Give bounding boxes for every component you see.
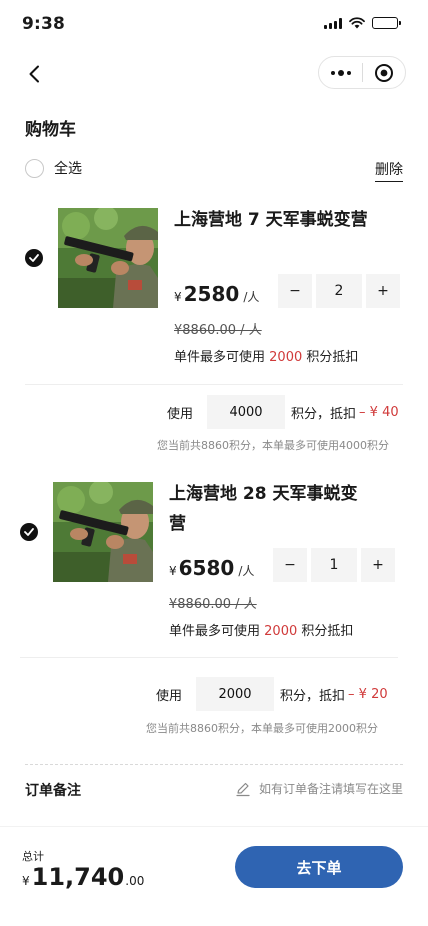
original-price: ¥8860.00 / 人 bbox=[174, 323, 262, 338]
unchecked-circle-icon bbox=[25, 158, 44, 178]
quantity-stepper: − 1 + bbox=[273, 548, 395, 582]
points-limit: 单件最多可使用 2000 积分抵扣 bbox=[169, 620, 353, 639]
status-time: 9:38 bbox=[22, 14, 66, 34]
pencil-icon bbox=[236, 782, 250, 796]
points-hint: 您当前共8860积分，本单最多可使用4000积分 bbox=[157, 439, 389, 452]
deduct-amount: – ¥ 20 bbox=[348, 686, 388, 702]
item-checkbox[interactable] bbox=[20, 523, 38, 541]
product-image[interactable] bbox=[58, 208, 158, 308]
remark-placeholder: 如有订单备注请填写在这里 bbox=[258, 782, 403, 796]
remark-label: 订单备注 bbox=[25, 783, 81, 799]
price-unit: /人 bbox=[238, 564, 255, 578]
points-limit: 单件最多可使用 2000 积分抵扣 bbox=[174, 346, 358, 365]
product-price: ¥ 2580 /人 bbox=[174, 282, 259, 306]
soldier-photo bbox=[58, 208, 158, 308]
points-input[interactable]: 4000 bbox=[207, 395, 286, 429]
product-price: ¥ 6580 /人 bbox=[169, 556, 254, 580]
deduct-amount: – ¥ 40 bbox=[359, 404, 399, 420]
price-value: 2580 bbox=[183, 282, 240, 306]
total-amount: ¥ 11,740 .00 bbox=[22, 863, 144, 891]
price-currency: ¥ bbox=[174, 290, 182, 304]
quantity-input[interactable]: 2 bbox=[316, 274, 362, 308]
submit-order-button[interactable]: 去下单 bbox=[235, 846, 403, 888]
total-integer: 11,740 bbox=[31, 863, 125, 891]
soldier-photo bbox=[53, 482, 153, 582]
more-dots-icon bbox=[330, 69, 351, 76]
status-bar: 9:38 bbox=[0, 0, 428, 48]
use-label: 使用 bbox=[167, 406, 194, 422]
points-use-row: 使用 2000 积分，抵扣 – ¥ 20 bbox=[156, 677, 388, 711]
battery-icon bbox=[372, 17, 401, 29]
divider bbox=[20, 657, 398, 658]
decrement-button[interactable]: − bbox=[278, 274, 312, 308]
limit-points: 2000 bbox=[264, 624, 298, 639]
check-icon bbox=[29, 254, 39, 262]
product-image[interactable] bbox=[53, 482, 153, 582]
total-currency: ¥ bbox=[22, 874, 30, 888]
product-title: 上海营地 28 天军事蜕变营 bbox=[169, 484, 358, 534]
price-unit: /人 bbox=[243, 290, 260, 304]
mini-program-capsule bbox=[318, 56, 406, 89]
checkout-bar: 总计 ¥ 11,740 .00 去下单 bbox=[0, 826, 428, 926]
price-value: 6580 bbox=[178, 556, 235, 580]
more-button[interactable] bbox=[319, 57, 362, 88]
decrement-button[interactable]: − bbox=[273, 548, 307, 582]
points-use-row: 使用 4000 积分，抵扣 – ¥ 40 bbox=[167, 395, 399, 429]
price-currency: ¥ bbox=[169, 564, 177, 578]
select-all-checkbox[interactable]: 全选 bbox=[25, 158, 82, 178]
page-title: 购物车 bbox=[25, 120, 76, 140]
total-label: 总计 bbox=[22, 850, 44, 863]
select-all-label: 全选 bbox=[54, 161, 82, 177]
delete-button[interactable]: 删除 bbox=[375, 159, 403, 182]
deduct-label: 积分，抵扣 bbox=[291, 406, 357, 422]
item-checkbox[interactable] bbox=[25, 249, 43, 267]
back-button[interactable] bbox=[22, 62, 46, 86]
increment-button[interactable]: + bbox=[366, 274, 400, 308]
close-button[interactable] bbox=[363, 57, 405, 88]
limit-points: 2000 bbox=[269, 350, 303, 365]
signal-icon bbox=[324, 17, 342, 29]
quantity-stepper: − 2 + bbox=[278, 274, 400, 308]
divider bbox=[25, 384, 403, 385]
increment-button[interactable]: + bbox=[361, 548, 395, 582]
points-hint: 您当前共8860积分，本单最多可使用2000积分 bbox=[146, 722, 378, 735]
limit-prefix: 单件最多可使用 bbox=[174, 350, 266, 365]
limit-prefix: 单件最多可使用 bbox=[169, 624, 261, 639]
limit-suffix: 积分抵扣 bbox=[306, 350, 359, 365]
original-price: ¥8860.00 / 人 bbox=[169, 597, 257, 612]
status-icons bbox=[324, 17, 401, 29]
close-target-icon bbox=[374, 63, 393, 82]
dashed-divider bbox=[25, 764, 403, 765]
check-icon bbox=[24, 528, 34, 536]
product-title: 上海营地 7 天军事蜕变营 bbox=[174, 210, 368, 230]
quantity-input[interactable]: 1 bbox=[311, 548, 357, 582]
wifi-icon bbox=[349, 17, 365, 29]
remark-input[interactable]: 如有订单备注请填写在这里 bbox=[235, 780, 403, 797]
points-input[interactable]: 2000 bbox=[196, 677, 275, 711]
use-label: 使用 bbox=[156, 688, 183, 704]
limit-suffix: 积分抵扣 bbox=[301, 624, 354, 639]
chevron-left-icon bbox=[29, 65, 39, 83]
deduct-label: 积分，抵扣 bbox=[280, 688, 346, 704]
total-decimal: .00 bbox=[125, 874, 145, 888]
